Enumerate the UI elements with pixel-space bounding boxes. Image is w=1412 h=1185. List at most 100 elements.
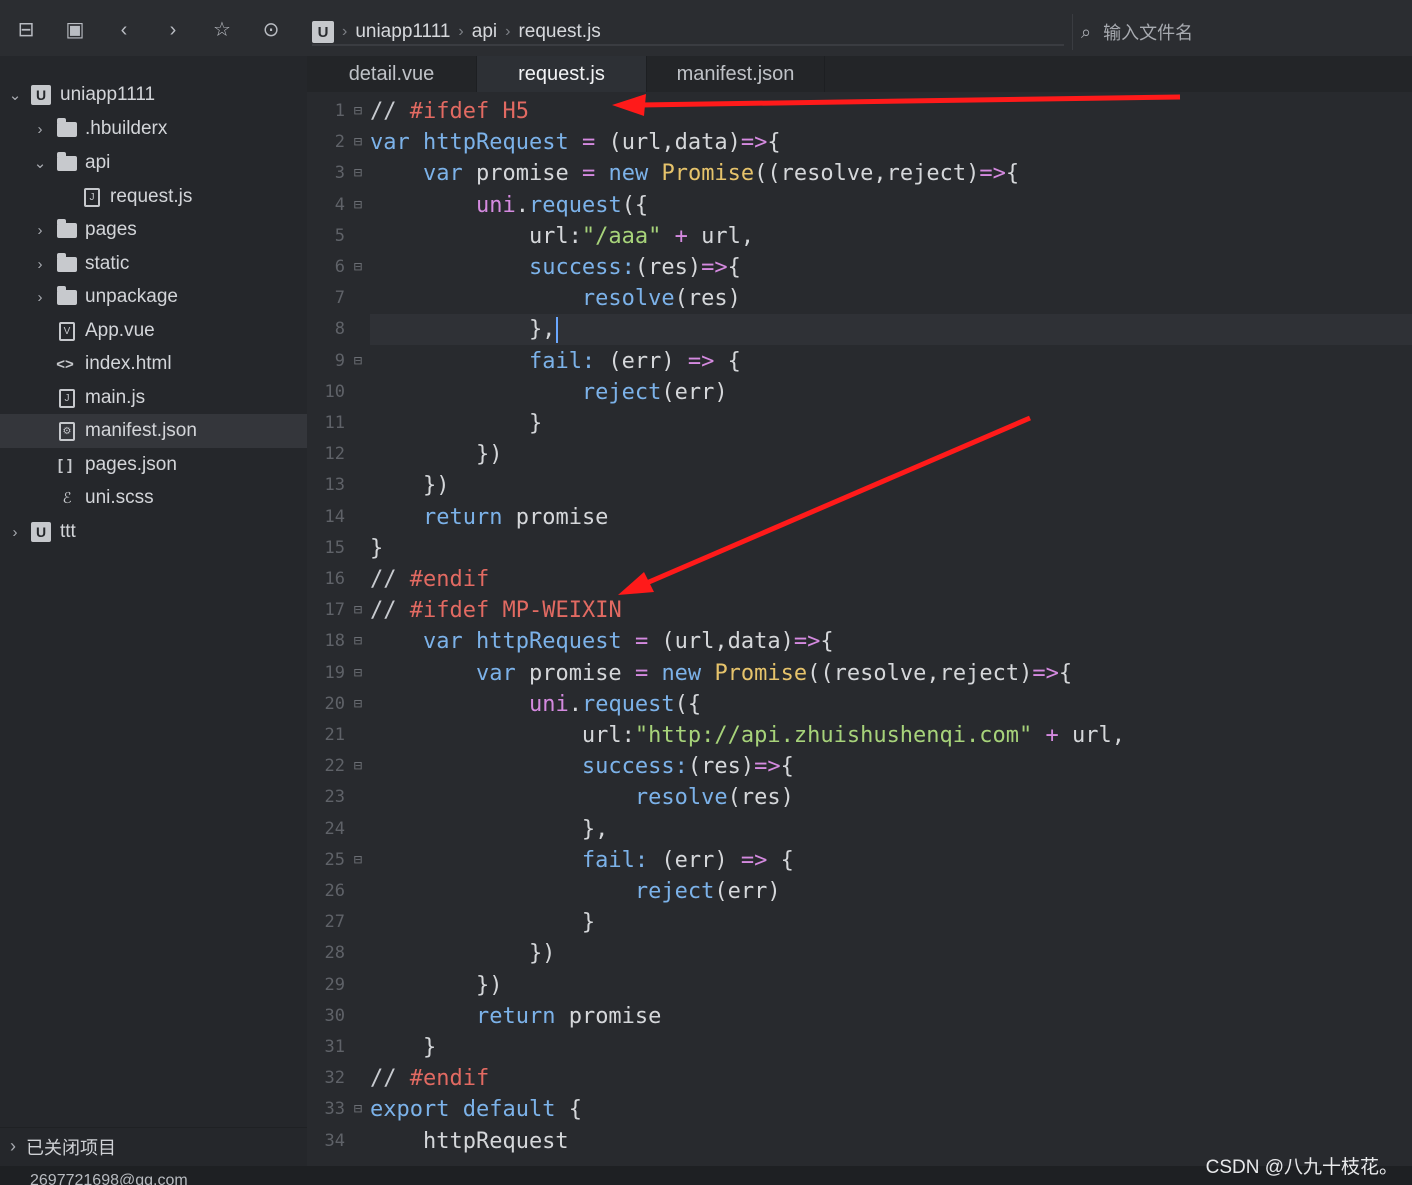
tree-item-static[interactable]: › static	[0, 247, 307, 281]
chevron-right-icon[interactable]: ›	[33, 121, 47, 138]
chevron-down-icon[interactable]: ⌄	[8, 86, 22, 104]
fold-toggle-icon[interactable]: ⊟	[351, 190, 365, 221]
fold-toggle-icon[interactable]: ⊟	[351, 127, 365, 158]
code-line[interactable]: 26 reject(err)	[307, 876, 1412, 907]
chevron-down-icon[interactable]: ⌄	[33, 154, 47, 172]
code-line[interactable]: 8 },	[307, 314, 1412, 345]
tree-item-uni-scss[interactable]: ℰ uni.scss	[0, 481, 307, 515]
code-line[interactable]: 16 // #endif	[307, 564, 1412, 595]
fold-toggle-icon[interactable]: ⊟	[351, 658, 365, 689]
code-line[interactable]: 23 resolve(res)	[307, 782, 1412, 813]
tree-item-unpackage[interactable]: › unpackage	[0, 280, 307, 314]
tab-manifest-json[interactable]: manifest.json	[647, 56, 825, 92]
code-line[interactable]: 7 resolve(res)	[307, 283, 1412, 314]
tab-detail-vue[interactable]: detail.vue	[307, 56, 477, 92]
code-line[interactable]: 29 })	[307, 970, 1412, 1001]
breadcrumb-project[interactable]: uniapp1111	[355, 21, 450, 43]
breadcrumb-folder[interactable]: api	[472, 21, 497, 43]
code-line[interactable]: 20 ⊟ uni.request({	[307, 689, 1412, 720]
code-token: {	[555, 1097, 582, 1123]
code-editor[interactable]: 1 ⊟// #ifdef H5 2 ⊟ var httpRequest = (url,d…	[307, 92, 1412, 1166]
code-line[interactable]: 13 })	[307, 470, 1412, 501]
account-label[interactable]: 2697721698@qq.com	[30, 1172, 188, 1185]
code-line[interactable]: 32 // #endif	[307, 1063, 1412, 1094]
chevron-right-icon[interactable]: ›	[33, 289, 47, 306]
code-token: new	[608, 161, 649, 187]
code-line[interactable]: 2 ⊟ var httpRequest = (url,data)=>{	[307, 127, 1412, 158]
fold-toggle-icon[interactable]: ⊟	[351, 595, 365, 626]
code-line[interactable]: 14 return promise	[307, 502, 1412, 533]
code-line[interactable]: 10 reject(err)	[307, 377, 1412, 408]
code-token: Promise	[661, 161, 755, 187]
code-line[interactable]: 4 ⊟ uni.request({	[307, 190, 1412, 221]
chevron-right-icon[interactable]: ›	[8, 524, 22, 541]
code-line[interactable]: 12 })	[307, 439, 1412, 470]
back-icon[interactable]: ‹	[112, 18, 136, 42]
chevron-right-icon: ›	[10, 1136, 16, 1156]
tree-item-request-js[interactable]: J request.js	[0, 180, 307, 214]
code-line[interactable]: 11 }	[307, 408, 1412, 439]
code-line[interactable]: 27 }	[307, 907, 1412, 938]
tree-item-manifest-json[interactable]: ⚙ manifest.json	[0, 414, 307, 448]
fold-toggle-icon[interactable]: ⊟	[351, 626, 365, 657]
tree-item-app-vue[interactable]: V App.vue	[0, 314, 307, 348]
code-line[interactable]: 21 url:"http://api.zhuishushenqi.com" + …	[307, 720, 1412, 751]
tree-item-uniapp1111[interactable]: ⌄ U uniapp1111	[0, 78, 307, 112]
fold-toggle-icon[interactable]: ⊟	[351, 689, 365, 720]
code-token: =	[581, 161, 596, 187]
fold-toggle-icon[interactable]: ⊟	[351, 252, 365, 283]
tree-item-pages-json[interactable]: [ ] pages.json	[0, 448, 307, 482]
save-icon[interactable]: ▣	[63, 18, 87, 42]
tree-item-pages[interactable]: › pages	[0, 213, 307, 247]
code-line[interactable]: 22 ⊟ success:(res)=>{	[307, 751, 1412, 782]
file-search-input[interactable]: ⌕ 输入文件名	[1072, 14, 1402, 50]
tree-item-ttt[interactable]: › U ttt	[0, 515, 307, 549]
code-line[interactable]: 28 })	[307, 938, 1412, 969]
star-icon[interactable]: ☆	[210, 18, 234, 42]
code-line[interactable]: 9 ⊟ fail: (err) => {	[307, 346, 1412, 377]
fold-toggle-icon[interactable]: ⊟	[351, 96, 365, 127]
fold-toggle-icon[interactable]: ⊟	[351, 845, 365, 876]
code-token: default	[462, 1097, 556, 1123]
line-number: 18	[324, 631, 345, 652]
code-line[interactable]: 31 }	[307, 1032, 1412, 1063]
code-line[interactable]: 17 ⊟// #ifdef MP-WEIXIN	[307, 595, 1412, 626]
fold-toggle-icon[interactable]: ⊟	[351, 346, 365, 377]
fold-toggle-icon[interactable]: ⊟	[351, 1094, 365, 1125]
fold-toggle-icon[interactable]: ⊟	[351, 751, 365, 782]
code-line[interactable]: 15}	[307, 533, 1412, 564]
chevron-right-icon[interactable]: ›	[33, 256, 47, 273]
tree-item-index-html[interactable]: <> index.html	[0, 347, 307, 381]
tree-item-api[interactable]: ⌄ api	[0, 146, 307, 180]
code-token: H5	[502, 99, 529, 124]
code-line[interactable]: 24 },	[307, 814, 1412, 845]
code-line[interactable]: 33 ⊟ export default {	[307, 1094, 1412, 1125]
code-token: =>	[740, 130, 768, 156]
code-text: resolve(res)	[370, 782, 794, 813]
chevron-right-icon[interactable]: ›	[33, 222, 47, 239]
code-line[interactable]: 1 ⊟// #ifdef H5	[307, 96, 1412, 127]
code-token: =	[634, 660, 649, 686]
code-token: promise	[515, 660, 635, 686]
collapse-icon[interactable]: ⊟	[14, 18, 38, 42]
code-line[interactable]: 5 url:"/aaa" + url,	[307, 221, 1412, 252]
code-token: return	[475, 1003, 556, 1029]
code-line[interactable]: 18 ⊟ var httpRequest = (url,data)=>{	[307, 626, 1412, 657]
code-line[interactable]: 30 return promise	[307, 1001, 1412, 1032]
fold-toggle-icon[interactable]: ⊟	[351, 158, 365, 189]
code-line[interactable]: 6 ⊟ success:(res)=>{	[307, 252, 1412, 283]
tree-item-hbuilderx[interactable]: › .hbuilderx	[0, 112, 307, 146]
tab-request-js[interactable]: request.js	[477, 56, 647, 92]
forward-icon[interactable]: ›	[161, 18, 185, 42]
closed-projects-section[interactable]: › 已关闭项目	[0, 1127, 307, 1165]
code-line[interactable]: 3 ⊟ var promise = new Promise((resolve,re…	[307, 158, 1412, 189]
tree-item-main-js[interactable]: J main.js	[0, 381, 307, 415]
code-token: },	[370, 816, 609, 842]
run-icon[interactable]: ⊙	[259, 18, 283, 42]
code-line[interactable]: 19 ⊟ var promise = new Promise((resolve,r…	[307, 658, 1412, 689]
breadcrumb-file[interactable]: request.js	[518, 21, 600, 43]
code-line[interactable]: 25 ⊟ fail: (err) => {	[307, 845, 1412, 876]
